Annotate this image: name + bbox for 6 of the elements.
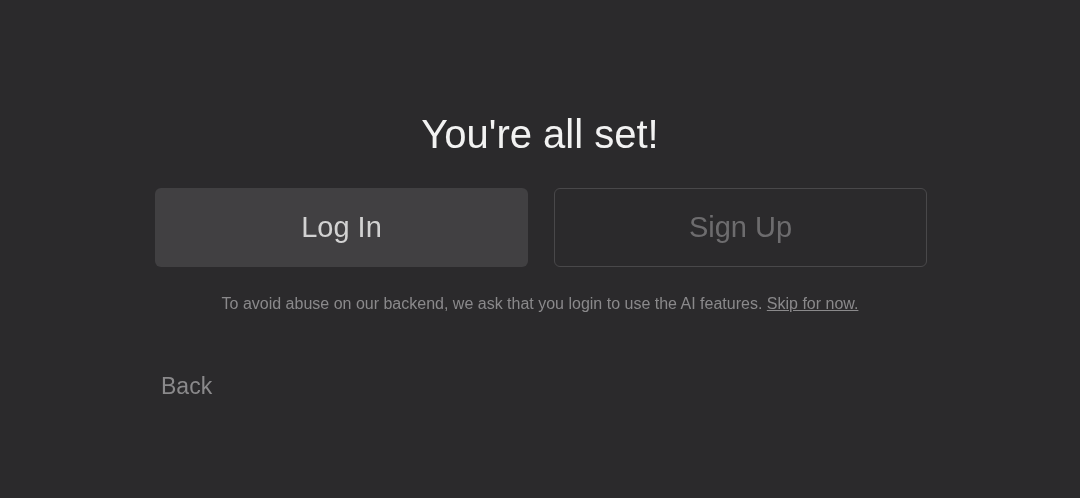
notice-text: To avoid abuse on our backend, we ask that you login to use the AI features. Skip for now. xyxy=(221,295,859,313)
signup-button[interactable]: Sign Up xyxy=(554,188,927,267)
skip-link[interactable]: Skip for now. xyxy=(766,295,859,312)
back-link[interactable]: Back xyxy=(161,373,213,400)
heading: You're all set! xyxy=(421,111,659,158)
login-button[interactable]: Log In xyxy=(155,188,528,267)
